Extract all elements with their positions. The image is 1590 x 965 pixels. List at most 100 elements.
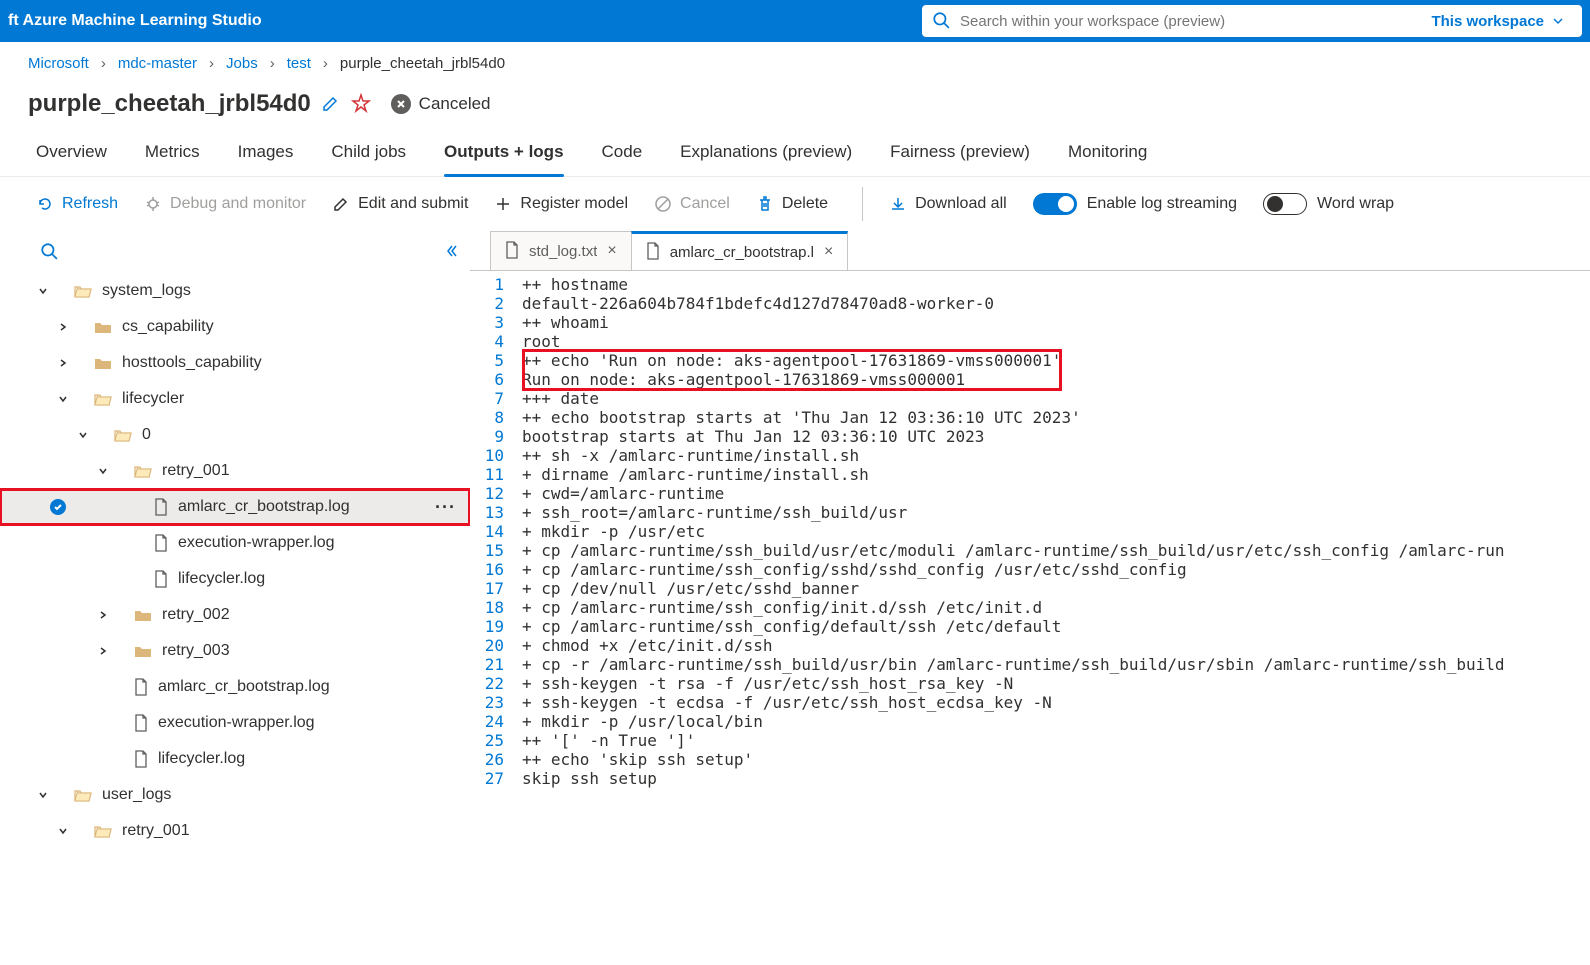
search-scope-dropdown[interactable]: This workspace bbox=[1423, 13, 1572, 30]
code-text: ++ echo 'Run on node: aks-agentpool-1763… bbox=[522, 351, 1590, 370]
code-text: + cp /amlarc-runtime/ssh_build/usr/etc/m… bbox=[522, 541, 1590, 560]
tab-metrics[interactable]: Metrics bbox=[145, 136, 200, 176]
line-number: 26 bbox=[470, 750, 522, 769]
tree-folder-system-logs[interactable]: system_logs bbox=[0, 273, 470, 309]
breadcrumb-link[interactable]: mdc-master bbox=[118, 55, 197, 72]
code-text: + cp /amlarc-runtime/ssh_config/init.d/s… bbox=[522, 598, 1590, 617]
close-tab-icon[interactable]: × bbox=[824, 243, 833, 261]
chevron-down-icon bbox=[56, 393, 70, 405]
tree-file-execution-wrapper-2[interactable]: execution-wrapper.log bbox=[0, 705, 470, 741]
tree-item-label: system_logs bbox=[102, 282, 191, 300]
log-streaming-label: Enable log streaming bbox=[1087, 195, 1237, 213]
code-viewer[interactable]: 1++ hostname2default-226a604b784f1bdefc4… bbox=[470, 271, 1590, 788]
tree-folder-hosttools-capability[interactable]: hosttools_capability bbox=[0, 345, 470, 381]
code-line: 17+ cp /dev/null /usr/etc/sshd_banner bbox=[470, 579, 1590, 598]
search-icon bbox=[932, 11, 950, 32]
edit-submit-button[interactable]: Edit and submit bbox=[332, 195, 468, 213]
tree-item-label: execution-wrapper.log bbox=[158, 714, 315, 732]
tree-item-label: retry_001 bbox=[122, 822, 190, 840]
file-icon bbox=[134, 678, 148, 696]
tree-item-label: hosttools_capability bbox=[122, 354, 262, 372]
breadcrumb-link[interactable]: Jobs bbox=[226, 55, 258, 72]
line-number: 4 bbox=[470, 332, 522, 351]
cancel-status-icon bbox=[391, 94, 411, 114]
tab-explanations-preview-[interactable]: Explanations (preview) bbox=[680, 136, 852, 176]
tree-file-execution-wrapper[interactable]: execution-wrapper.log bbox=[0, 525, 470, 561]
toolbar-separator bbox=[862, 187, 863, 221]
code-text: + ssh_root=/amlarc-runtime/ssh_build/usr bbox=[522, 503, 1590, 522]
tree-item-label: lifecycler.log bbox=[178, 570, 265, 588]
folder-closed-icon bbox=[134, 644, 152, 658]
folder-open-icon bbox=[74, 788, 92, 802]
tree-folder-retry-003[interactable]: retry_003 bbox=[0, 633, 470, 669]
page-tabs: Overview Metrics Images Child jobs Outputs +… bbox=[0, 136, 1590, 177]
code-line: 23+ ssh-keygen -t ecdsa -f /usr/etc/ssh_… bbox=[470, 693, 1590, 712]
edit-title-icon[interactable] bbox=[321, 93, 341, 113]
tree-folder-cs-capability[interactable]: cs_capability bbox=[0, 309, 470, 345]
code-line: 25++ '[' -n True ']' bbox=[470, 731, 1590, 750]
chevron-down-icon bbox=[36, 789, 50, 801]
code-line: 20+ chmod +x /etc/init.d/ssh bbox=[470, 636, 1590, 655]
tree-folder-retry-002[interactable]: retry_002 bbox=[0, 597, 470, 633]
tree-file-amlarc-bootstrap-2[interactable]: amlarc_cr_bootstrap.log bbox=[0, 669, 470, 705]
tab-monitoring[interactable]: Monitoring bbox=[1068, 136, 1147, 176]
tree-search-icon[interactable] bbox=[40, 242, 58, 260]
code-text: ++ '[' -n True ']' bbox=[522, 731, 1590, 750]
tree-file-lifecycler-log-2[interactable]: lifecycler.log bbox=[0, 741, 470, 777]
breadcrumb-link[interactable]: test bbox=[287, 55, 311, 72]
download-all-button[interactable]: Download all bbox=[889, 195, 1007, 213]
line-number: 23 bbox=[470, 693, 522, 712]
tree-folder-retry-001[interactable]: retry_001 bbox=[0, 453, 470, 489]
folder-closed-icon bbox=[134, 608, 152, 622]
tab-fairness-preview-[interactable]: Fairness (preview) bbox=[890, 136, 1030, 176]
line-number: 9 bbox=[470, 427, 522, 446]
tree-folder-user-retry-001[interactable]: retry_001 bbox=[0, 813, 470, 849]
refresh-button[interactable]: Refresh bbox=[36, 195, 118, 213]
code-line: 6Run on node: aks-agentpool-17631869-vms… bbox=[470, 370, 1590, 389]
tab-images[interactable]: Images bbox=[238, 136, 294, 176]
tree-folder-user-logs[interactable]: user_logs bbox=[0, 777, 470, 813]
code-line: 24+ mkdir -p /usr/local/bin bbox=[470, 712, 1590, 731]
tab-child-jobs[interactable]: Child jobs bbox=[331, 136, 406, 176]
word-wrap-toggle[interactable] bbox=[1263, 193, 1307, 215]
tab-outputs-logs[interactable]: Outputs + logs bbox=[444, 136, 563, 176]
collapse-pane-icon[interactable] bbox=[444, 243, 460, 259]
chevron-down-icon bbox=[56, 825, 70, 837]
code-line: 8++ echo bootstrap starts at 'Thu Jan 12… bbox=[470, 408, 1590, 427]
code-text: + cp -r /amlarc-runtime/ssh_build/usr/bi… bbox=[522, 655, 1590, 674]
tree-folder-0[interactable]: 0 bbox=[0, 417, 470, 453]
delete-button[interactable]: Delete bbox=[756, 195, 828, 213]
tree-item-label: amlarc_cr_bootstrap.log bbox=[158, 678, 330, 696]
editor-tab-label: amlarc_cr_bootstrap.l bbox=[670, 244, 814, 261]
close-tab-icon[interactable]: × bbox=[607, 242, 616, 260]
tree-file-lifecycler-log[interactable]: lifecycler.log bbox=[0, 561, 470, 597]
breadcrumb-link[interactable]: Microsoft bbox=[28, 55, 89, 72]
folder-open-icon bbox=[114, 428, 132, 442]
file-tree-pane: system_logs cs_capability hosttools_capabi… bbox=[0, 231, 470, 931]
line-number: 12 bbox=[470, 484, 522, 503]
cancel-button: Cancel bbox=[654, 195, 730, 213]
global-search[interactable]: This workspace bbox=[922, 5, 1582, 37]
search-input[interactable] bbox=[960, 13, 1413, 30]
more-menu-icon[interactable]: ··· bbox=[435, 497, 456, 518]
favorite-star-icon[interactable] bbox=[351, 93, 371, 113]
editor-pane: std_log.txt × amlarc_cr_bootstrap.l × 1++ h… bbox=[470, 231, 1590, 931]
code-line: 12+ cwd=/amlarc-runtime bbox=[470, 484, 1590, 503]
tree-folder-lifecycler[interactable]: lifecycler bbox=[0, 381, 470, 417]
tree-item-label: 0 bbox=[142, 426, 151, 444]
tree-file-amlarc-bootstrap[interactable]: amlarc_cr_bootstrap.log··· bbox=[0, 489, 470, 525]
status-text: Canceled bbox=[419, 94, 491, 114]
editor-tabs: std_log.txt × amlarc_cr_bootstrap.l × bbox=[470, 231, 1590, 271]
tab-overview[interactable]: Overview bbox=[36, 136, 107, 176]
editor-tab[interactable]: amlarc_cr_bootstrap.l × bbox=[631, 231, 849, 270]
editor-tab-label: std_log.txt bbox=[529, 243, 597, 260]
tab-code[interactable]: Code bbox=[602, 136, 643, 176]
log-streaming-toggle[interactable] bbox=[1033, 193, 1077, 215]
editor-tab[interactable]: std_log.txt × bbox=[490, 231, 632, 270]
code-text: ++ hostname bbox=[522, 275, 1590, 294]
chevron-down-icon bbox=[36, 285, 50, 297]
register-model-button[interactable]: Register model bbox=[494, 195, 628, 213]
code-line: 16+ cp /amlarc-runtime/ssh_config/sshd/s… bbox=[470, 560, 1590, 579]
code-line: 22+ ssh-keygen -t rsa -f /usr/etc/ssh_ho… bbox=[470, 674, 1590, 693]
code-text: +++ date bbox=[522, 389, 1590, 408]
